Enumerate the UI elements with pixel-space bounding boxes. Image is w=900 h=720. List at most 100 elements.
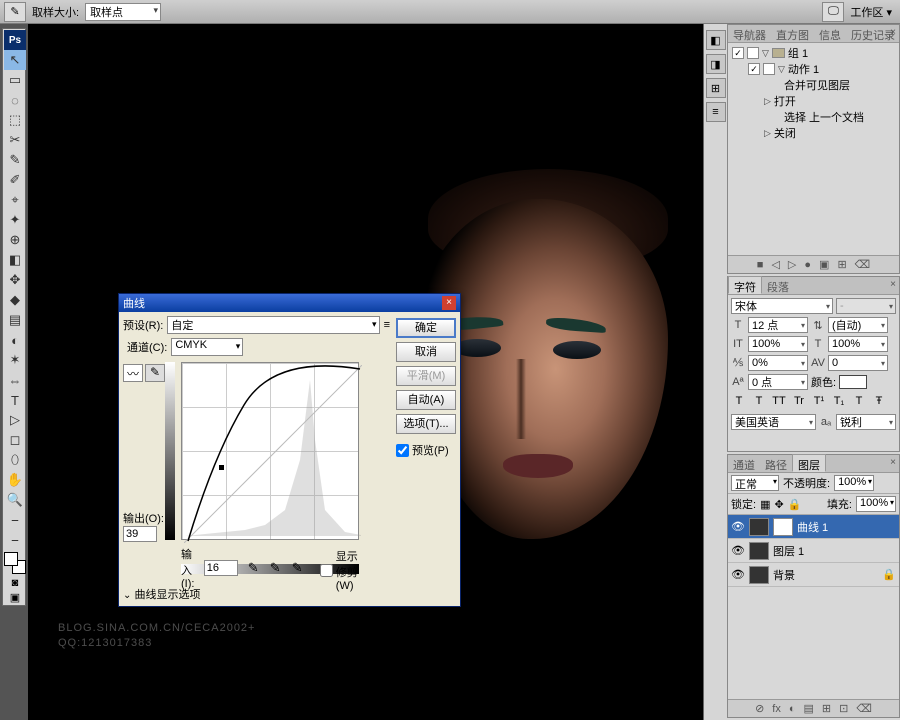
strip-button-1[interactable]: ◧ bbox=[706, 30, 726, 50]
preset-dropdown[interactable]: 自定 bbox=[167, 316, 379, 334]
language-dropdown[interactable]: 美国英语 bbox=[731, 414, 816, 430]
tool-0[interactable]: ↖ bbox=[4, 50, 26, 70]
footer-button[interactable]: ● bbox=[804, 259, 811, 271]
quickmask-toggle[interactable]: ◙ bbox=[4, 576, 26, 590]
auto-button[interactable]: 自动(A) bbox=[396, 390, 456, 410]
baseline-field[interactable]: 0 点 bbox=[748, 374, 808, 390]
text-style-button[interactable]: T bbox=[731, 394, 747, 410]
text-color-swatch[interactable] bbox=[839, 375, 867, 389]
strip-button-3[interactable]: ⊞ bbox=[706, 78, 726, 98]
preview-checkbox[interactable] bbox=[396, 444, 409, 457]
lock-all-icon[interactable]: 🔒 bbox=[788, 498, 802, 511]
font-style-dropdown[interactable]: - bbox=[836, 298, 896, 314]
tool-19[interactable]: ◻ bbox=[4, 430, 26, 450]
screen-mode-icon[interactable]: 🖵 bbox=[822, 2, 844, 22]
font-size-field[interactable]: 12 点 bbox=[748, 317, 808, 333]
footer-button[interactable]: ■ bbox=[757, 259, 764, 271]
layer-row[interactable]: 👁 曲线 1 bbox=[728, 515, 899, 539]
curve-point-tool[interactable]: 〰 bbox=[123, 364, 143, 382]
blend-mode-dropdown[interactable]: 正常 bbox=[731, 475, 779, 491]
tool-24[interactable]: ⎯ bbox=[4, 530, 26, 550]
curve-pencil-tool[interactable]: ✎ bbox=[145, 364, 165, 382]
text-style-button[interactable]: TT bbox=[771, 394, 787, 410]
close-icon[interactable]: × bbox=[890, 279, 896, 290]
antialias-dropdown[interactable]: 锐利 bbox=[836, 414, 896, 430]
footer-button[interactable]: ⌫ bbox=[856, 702, 872, 715]
cancel-button[interactable]: 取消 bbox=[396, 342, 456, 362]
tool-7[interactable]: ⌖ bbox=[4, 190, 26, 210]
layer-thumbnail[interactable] bbox=[749, 566, 769, 584]
tool-10[interactable]: ◧ bbox=[4, 250, 26, 270]
tool-14[interactable]: ◐ bbox=[4, 330, 26, 350]
tool-21[interactable]: ✋ bbox=[4, 470, 26, 490]
text-style-button[interactable]: T bbox=[751, 394, 767, 410]
close-icon[interactable]: × bbox=[890, 27, 896, 38]
layer-name[interactable]: 曲线 1 bbox=[797, 519, 828, 535]
tool-12[interactable]: ◆ bbox=[4, 290, 26, 310]
tool-3[interactable]: ⬚ bbox=[4, 110, 26, 130]
gray-point-eyedropper[interactable]: ✎ bbox=[270, 560, 286, 576]
footer-button[interactable]: ◐ bbox=[789, 703, 796, 715]
channel-dropdown[interactable]: CMYK bbox=[171, 338, 243, 356]
tool-20[interactable]: ⬯ bbox=[4, 450, 26, 470]
tab-图层[interactable]: 图层 bbox=[792, 454, 826, 472]
layer-name[interactable]: 背景 bbox=[773, 567, 795, 583]
workspace-dropdown[interactable]: 工作区 ▾ bbox=[850, 4, 892, 20]
footer-button[interactable]: ⊞ bbox=[837, 258, 846, 271]
color-swatches[interactable] bbox=[4, 552, 26, 574]
kerning-field[interactable]: 0% bbox=[748, 355, 808, 371]
visibility-icon[interactable]: 👁 bbox=[731, 544, 745, 557]
footer-button[interactable]: ▤ bbox=[804, 702, 814, 715]
tab-直方图[interactable]: 直方图 bbox=[771, 25, 814, 42]
options-button[interactable]: 选项(T)... bbox=[396, 414, 456, 434]
text-style-button[interactable]: Tr bbox=[791, 394, 807, 410]
tool-6[interactable]: ✐ bbox=[4, 170, 26, 190]
font-family-dropdown[interactable]: 宋体 bbox=[731, 298, 833, 314]
close-icon[interactable]: × bbox=[442, 296, 456, 310]
tool-2[interactable]: ◌ bbox=[4, 90, 26, 110]
strip-button-2[interactable]: ◨ bbox=[706, 54, 726, 74]
tool-23[interactable]: ⎯ bbox=[4, 510, 26, 530]
footer-button[interactable]: ⊡ bbox=[839, 702, 848, 715]
tab-路径[interactable]: 路径 bbox=[760, 455, 792, 472]
hscale-field[interactable]: 100% bbox=[828, 336, 888, 352]
tool-4[interactable]: ✂ bbox=[4, 130, 26, 150]
footer-button[interactable]: fx bbox=[772, 703, 781, 715]
layer-thumbnail[interactable] bbox=[749, 518, 769, 536]
opacity-field[interactable]: 100% bbox=[834, 475, 874, 491]
lock-pixels-icon[interactable]: ▦ bbox=[760, 498, 770, 511]
tool-13[interactable]: ▤ bbox=[4, 310, 26, 330]
footer-button[interactable]: ▷ bbox=[788, 258, 796, 271]
preset-menu-icon[interactable]: ≡ bbox=[384, 319, 390, 331]
white-point-eyedropper[interactable]: ✎ bbox=[292, 560, 308, 576]
layer-thumbnail[interactable] bbox=[773, 518, 793, 536]
text-style-button[interactable]: T₁ bbox=[831, 394, 847, 410]
strip-button-4[interactable]: ≡ bbox=[706, 102, 726, 122]
tool-17[interactable]: T bbox=[4, 390, 26, 410]
visibility-icon[interactable]: 👁 bbox=[731, 520, 745, 533]
layer-row[interactable]: 👁背景🔒 bbox=[728, 563, 899, 587]
footer-button[interactable]: ◁ bbox=[771, 258, 779, 271]
layer-row[interactable]: 👁图层 1 bbox=[728, 539, 899, 563]
footer-button[interactable]: ▣ bbox=[819, 258, 829, 271]
text-style-button[interactable]: Ŧ bbox=[871, 394, 887, 410]
tool-11[interactable]: ✥ bbox=[4, 270, 26, 290]
show-clipping-checkbox[interactable] bbox=[320, 564, 333, 577]
tool-5[interactable]: ✎ bbox=[4, 150, 26, 170]
tab-信息[interactable]: 信息 bbox=[814, 25, 846, 42]
footer-button[interactable]: ⊘ bbox=[755, 702, 764, 715]
screenmode-toggle[interactable]: ▣ bbox=[4, 590, 26, 604]
lock-position-icon[interactable]: ✥ bbox=[774, 498, 783, 511]
tool-15[interactable]: ✶ bbox=[4, 350, 26, 370]
tool-22[interactable]: 🔍 bbox=[4, 490, 26, 510]
ok-button[interactable]: 确定 bbox=[396, 318, 456, 338]
tool-9[interactable]: ⊕ bbox=[4, 230, 26, 250]
footer-button[interactable]: ⊞ bbox=[822, 702, 831, 715]
tab-字符[interactable]: 字符 bbox=[728, 276, 762, 294]
tool-8[interactable]: ✦ bbox=[4, 210, 26, 230]
text-style-button[interactable]: T¹ bbox=[811, 394, 827, 410]
layer-thumbnail[interactable] bbox=[749, 542, 769, 560]
visibility-icon[interactable]: 👁 bbox=[731, 568, 745, 581]
input-field[interactable] bbox=[204, 560, 238, 576]
actions-tree[interactable]: ✓▽组 1 ✓▽动作 1 合并可见图层 ▷打开 选择 上一个文档 ▷关闭 bbox=[728, 43, 899, 255]
